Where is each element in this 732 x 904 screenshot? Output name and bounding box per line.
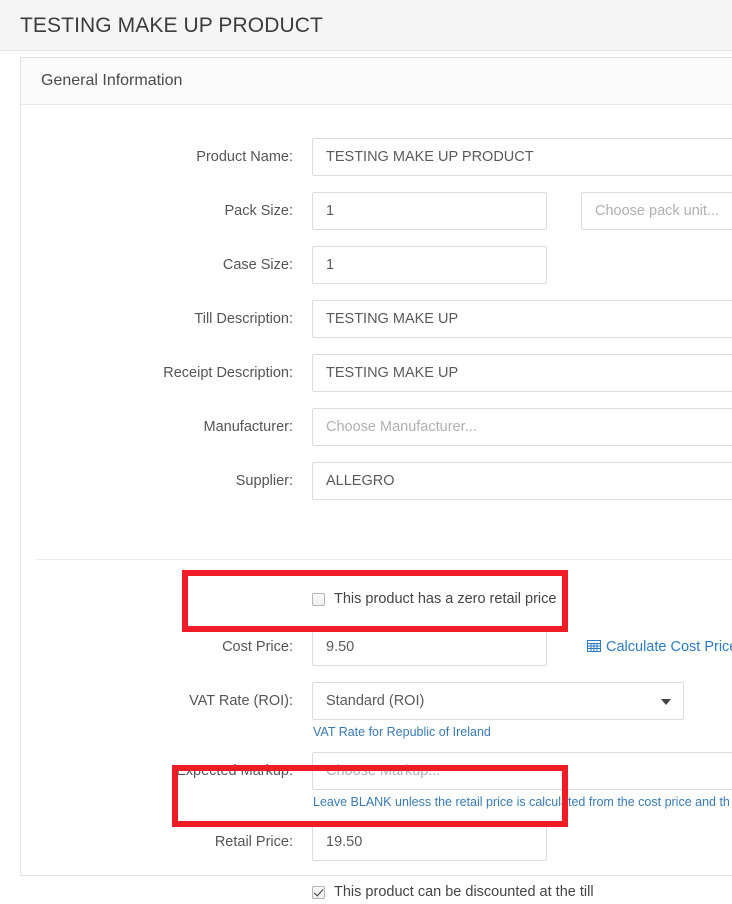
retail-price-label: Retail Price: bbox=[214, 834, 293, 850]
general-information-panel: General Information Product Name: TESTIN… bbox=[20, 57, 732, 900]
product-name-input[interactable]: TESTING MAKE UP PRODUCT bbox=[312, 138, 732, 176]
product-name-label: Product Name: bbox=[196, 149, 293, 165]
till-description-input[interactable]: TESTING MAKE UP bbox=[312, 300, 732, 338]
calculate-cost-price-link[interactable]: Calculate Cost Price bbox=[587, 637, 732, 659]
zero-retail-price-checkbox[interactable] bbox=[312, 593, 325, 606]
form-row-expected-markup: Expected Markup: Choose Markup... bbox=[21, 752, 732, 790]
panel-body: Product Name: TESTING MAKE UP PRODUCT Pa… bbox=[21, 105, 732, 900]
form-row-manufacturer: Manufacturer: Choose Manufacturer... bbox=[21, 408, 732, 446]
page-title: TESTING MAKE UP PRODUCT bbox=[20, 14, 323, 37]
zero-retail-price-label: This product has a zero retail price bbox=[334, 591, 557, 607]
receipt-description-label: Receipt Description: bbox=[163, 365, 293, 381]
panel-header: General Information bbox=[21, 58, 732, 105]
chevron-down-icon bbox=[661, 699, 671, 705]
form-row-retail-price: Retail Price: 19.50 bbox=[21, 823, 732, 861]
vat-rate-hint: VAT Rate for Republic of Ireland bbox=[313, 725, 491, 739]
case-size-input[interactable]: 1 bbox=[312, 246, 547, 284]
panel-heading-label: General Information bbox=[41, 72, 183, 89]
grid-table-icon bbox=[587, 639, 601, 659]
page-header-bar: TESTING MAKE UP PRODUCT bbox=[0, 0, 732, 51]
form-row-product-name: Product Name: TESTING MAKE UP PRODUCT bbox=[21, 138, 732, 176]
vat-rate-value: Standard (ROI) bbox=[326, 693, 425, 709]
pack-size-label: Pack Size: bbox=[224, 203, 294, 219]
discount-at-till-checkbox[interactable] bbox=[312, 886, 325, 899]
supplier-label: Supplier: bbox=[235, 473, 293, 489]
pack-unit-select[interactable]: Choose pack unit... bbox=[581, 192, 732, 230]
pack-size-input[interactable]: 1 bbox=[312, 192, 547, 230]
manufacturer-select[interactable]: Choose Manufacturer... bbox=[312, 408, 732, 446]
till-description-label: Till Description: bbox=[194, 311, 293, 327]
retail-price-input[interactable]: 19.50 bbox=[312, 823, 547, 861]
cost-price-input[interactable]: 9.50 bbox=[312, 628, 547, 666]
expected-markup-hint: Leave BLANK unless the retail price is c… bbox=[313, 795, 730, 809]
cost-price-label: Cost Price: bbox=[222, 639, 293, 655]
section-divider bbox=[36, 559, 732, 560]
form-row-pack-size: Pack Size: 1 Choose pack unit... bbox=[21, 192, 732, 230]
expected-markup-select[interactable]: Choose Markup... bbox=[312, 752, 732, 790]
form-row-receipt-description: Receipt Description: TESTING MAKE UP bbox=[21, 354, 732, 392]
vat-rate-select[interactable]: Standard (ROI) bbox=[312, 682, 684, 720]
case-size-label: Case Size: bbox=[222, 257, 293, 273]
form-row-supplier: Supplier: ALLEGRO bbox=[21, 462, 732, 500]
calculate-cost-price-label: Calculate Cost Price bbox=[606, 639, 732, 655]
form-row-vat-rate: VAT Rate (ROI): Standard (ROI) bbox=[21, 682, 732, 720]
receipt-description-input[interactable]: TESTING MAKE UP bbox=[312, 354, 732, 392]
vat-rate-label: VAT Rate (ROI): bbox=[189, 693, 293, 709]
supplier-select[interactable]: ALLEGRO bbox=[312, 462, 732, 500]
form-row-case-size: Case Size: 1 bbox=[21, 246, 732, 284]
manufacturer-label: Manufacturer: bbox=[203, 419, 293, 435]
discount-at-till-label: This product can be discounted at the ti… bbox=[334, 884, 594, 900]
expected-markup-label: Expected Markup: bbox=[176, 763, 293, 779]
form-row-till-description: Till Description: TESTING MAKE UP bbox=[21, 300, 732, 338]
